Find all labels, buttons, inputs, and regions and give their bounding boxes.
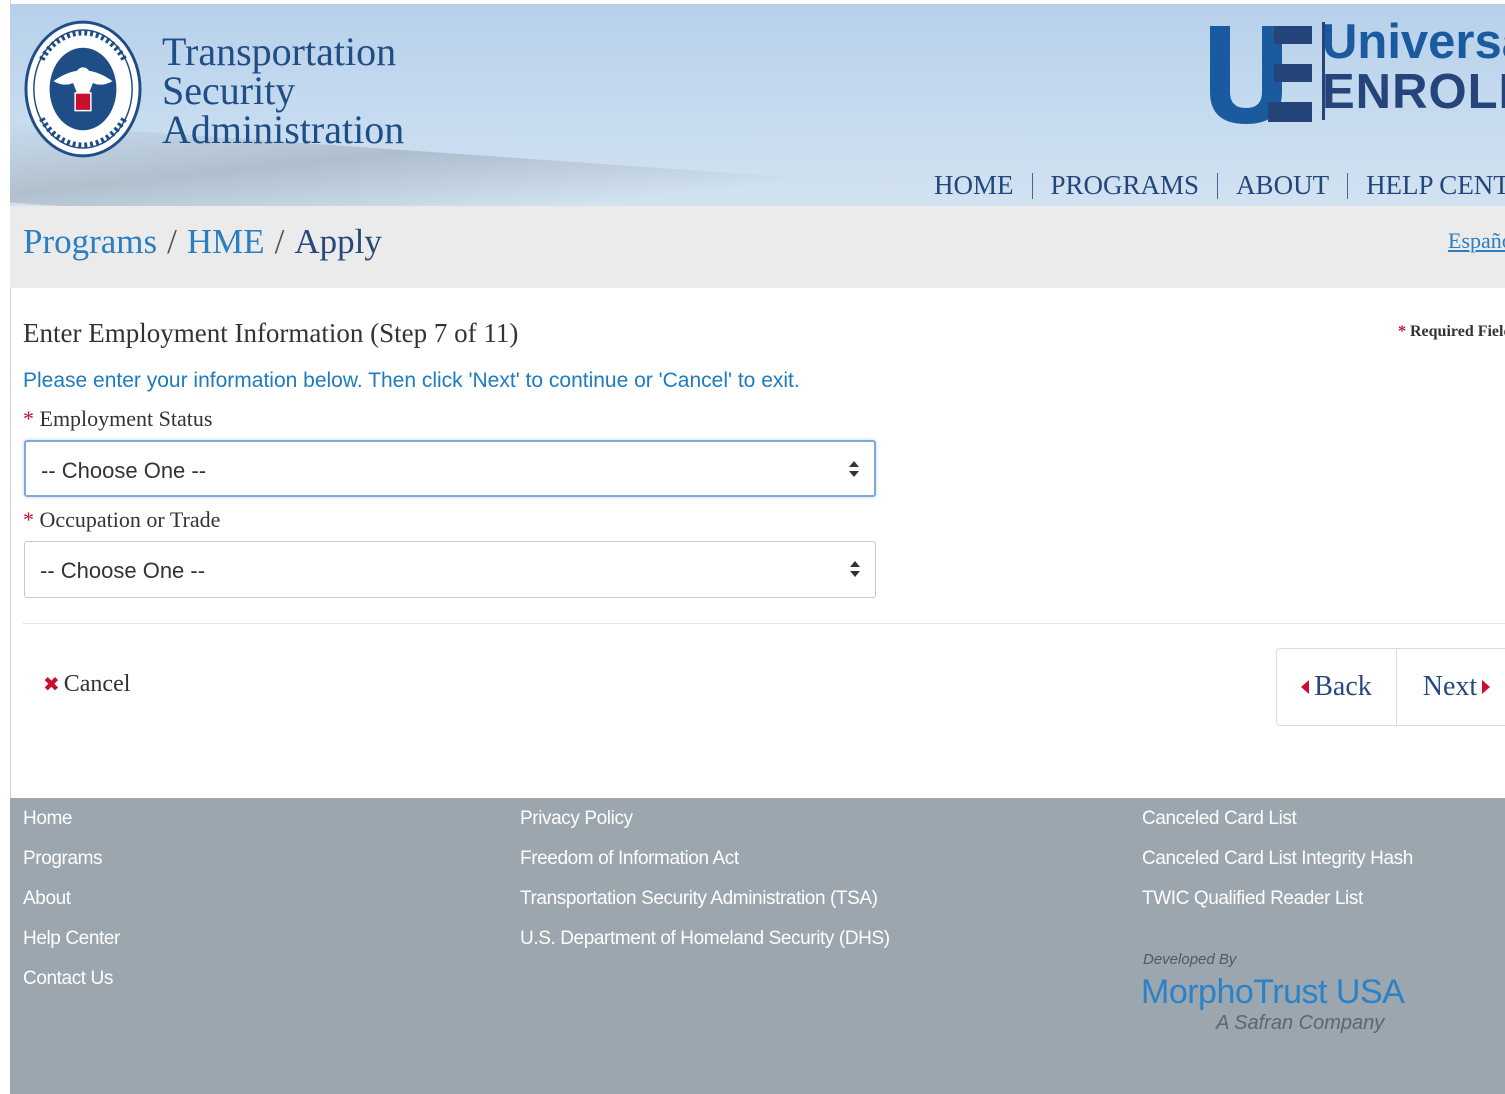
occupation-label-text: Occupation or Trade [39,507,221,532]
required-note-text: Required Fields [1410,323,1505,340]
occupation-label: * Occupation or Trade [23,507,220,533]
nav-about[interactable]: ABOUT [1236,170,1329,201]
required-fields-note: * Required Fields [1398,323,1505,341]
cancel-button[interactable]: ✖ Cancel [43,671,130,698]
nav-home[interactable]: HOME [934,170,1014,201]
updown-arrows-icon [849,461,859,477]
nav-programs[interactable]: PROGRAMS [1051,170,1200,201]
breadcrumb-programs[interactable]: Programs [23,222,157,261]
top-nav: HOME PROGRAMS ABOUT HELP CENTER [934,170,1505,201]
footer-link-privacy[interactable]: Privacy Policy [520,808,890,848]
required-star: * [23,507,34,532]
breadcrumb: Programs / HME / Apply [23,222,382,262]
footer-link-foia[interactable]: Freedom of Information Act [520,848,890,888]
footer-column-site: Home Programs About Help Center Contact … [23,808,120,1008]
agency-title-line: Security [162,68,296,113]
employment-status-select[interactable]: -- Choose One -- [24,440,876,497]
page-title: Enter Employment Information (Step 7 of … [23,318,519,348]
employment-status-label-text: Employment Status [39,406,213,431]
caret-right-icon [1482,680,1491,694]
occupation-value: -- Choose One -- [40,558,206,583]
developed-by-label: Developed By [1143,951,1237,968]
agency-title: Transportation Security Administration [162,29,405,152]
required-star: * [1398,323,1406,340]
nav-separator [1217,172,1219,199]
footer-link-home[interactable]: Home [23,808,120,848]
footer-link-about[interactable]: About [23,888,120,928]
site-footer: Home Programs About Help Center Contact … [10,798,1505,1094]
language-link[interactable]: Español [1448,228,1505,254]
back-button[interactable]: Back [1277,649,1397,725]
footer-link-programs[interactable]: Programs [23,848,120,888]
footer-link-tsa[interactable]: Transportation Security Administration (… [520,888,890,928]
next-button[interactable]: Next [1397,649,1505,725]
agency-title-line: Administration [162,107,405,152]
aircraft-wing-graphic [10,122,910,206]
brand-enroll: ENROLL [1322,65,1505,119]
footer-column-policy: Privacy Policy Freedom of Information Ac… [520,808,890,968]
nav-separator [1031,172,1033,199]
dhs-seal-icon [24,20,142,158]
footer-link-canceled-card-list[interactable]: Canceled Card List [1142,808,1413,848]
footer-column-twic: Canceled Card List Canceled Card List In… [1142,808,1413,928]
breadcrumb-hme[interactable]: HME [187,222,265,261]
next-label: Next [1422,671,1478,702]
footer-link-integrity-hash[interactable]: Canceled Card List Integrity Hash [1142,848,1413,888]
step-navigation: Back Next [1276,648,1505,726]
nav-separator [1347,172,1349,199]
employment-status-label: * Employment Status [23,406,212,432]
instructions-text: Please enter your information below. The… [23,369,800,392]
developer-logo: MorphoTrust USA [1141,973,1405,1011]
back-label: Back [1314,671,1372,702]
cancel-label: Cancel [63,671,131,697]
footer-link-qualified-reader-list[interactable]: TWIC Qualified Reader List [1142,888,1413,928]
site-header: Transportation Security Administration U… [10,4,1505,206]
caret-left-icon [1301,680,1310,694]
developer-tagline: A Safran Company [1216,1012,1385,1034]
x-icon: ✖ [43,672,60,696]
footer-link-dhs[interactable]: U.S. Department of Homeland Security (DH… [520,928,890,968]
form-divider [23,623,1505,624]
footer-link-contact-us[interactable]: Contact Us [23,968,120,1008]
breadcrumb-bar: Programs/HME/Apply Español [10,206,1505,288]
brand-universal: Universal [1322,15,1505,69]
breadcrumb-current: Apply [294,222,382,261]
occupation-select[interactable]: -- Choose One -- [24,541,876,598]
nav-help-center[interactable]: HELP CENTER [1366,170,1505,201]
agency-title-line: Transportation [162,29,397,74]
updown-arrows-icon [850,561,860,577]
footer-link-help-center[interactable]: Help Center [23,928,120,968]
breadcrumb-separator: / [167,222,177,261]
employment-status-value: -- Choose One -- [41,458,207,483]
required-star: * [23,406,34,431]
breadcrumb-separator: / [274,222,285,261]
